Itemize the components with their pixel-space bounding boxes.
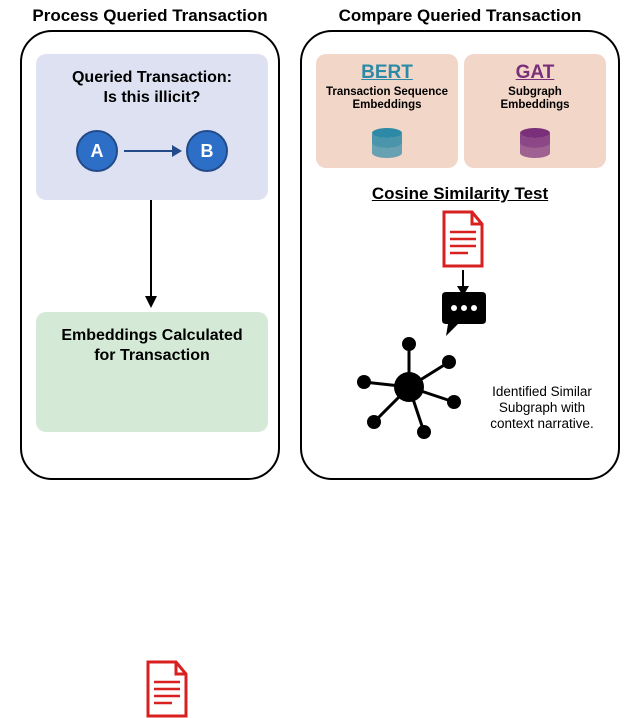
narr-l2: Subgraph with <box>472 400 612 416</box>
bert-box: BERT Transaction Sequence Embeddings <box>316 54 458 168</box>
query-box: Queried Transaction: Is this illicit? A … <box>36 54 268 200</box>
document-icon <box>144 660 190 718</box>
gat-box: GAT Subgraph Embeddings <box>464 54 606 168</box>
document-icon <box>440 210 486 268</box>
gat-sub2: Embeddings <box>464 99 606 112</box>
emb-line2: for Transaction <box>36 346 268 366</box>
bert-sub1: Transaction Sequence <box>316 86 458 99</box>
arrow-down-right <box>462 270 464 294</box>
title-compare: Compare Queried Transaction <box>310 6 610 26</box>
gat-sub: Subgraph Embeddings <box>464 86 606 112</box>
panel-process: Queried Transaction: Is this illicit? A … <box>20 30 280 480</box>
bert-sub: Transaction Sequence Embeddings <box>316 86 458 112</box>
cosine-label: Cosine Similarity Test <box>302 184 618 204</box>
emb-line1: Embeddings Calculated <box>36 326 268 346</box>
network-icon <box>354 332 464 442</box>
bert-sub2: Embeddings <box>316 99 458 112</box>
database-icon <box>518 128 552 158</box>
narrative-text: Identified Similar Subgraph with context… <box>472 384 612 433</box>
node-a: A <box>76 130 118 172</box>
query-text: Queried Transaction: Is this illicit? <box>36 68 268 108</box>
title-process: Process Queried Transaction <box>30 6 270 26</box>
database-icon <box>370 128 404 158</box>
gat-sub1: Subgraph <box>464 86 606 99</box>
narr-l3: context narrative. <box>472 416 612 432</box>
arrow-down-left <box>150 200 152 306</box>
gat-name: GAT <box>464 62 606 84</box>
bert-name: BERT <box>316 62 458 84</box>
emb-text: Embeddings Calculated for Transaction <box>36 326 268 366</box>
node-b: B <box>186 130 228 172</box>
panel-compare: BERT Transaction Sequence Embeddings GAT… <box>300 30 620 480</box>
arrow-ab <box>124 150 180 152</box>
narr-l1: Identified Similar <box>472 384 612 400</box>
query-line2: Is this illicit? <box>36 88 268 108</box>
query-line1: Queried Transaction: <box>36 68 268 88</box>
embeddings-box: Embeddings Calculated for Transaction <box>36 312 268 432</box>
